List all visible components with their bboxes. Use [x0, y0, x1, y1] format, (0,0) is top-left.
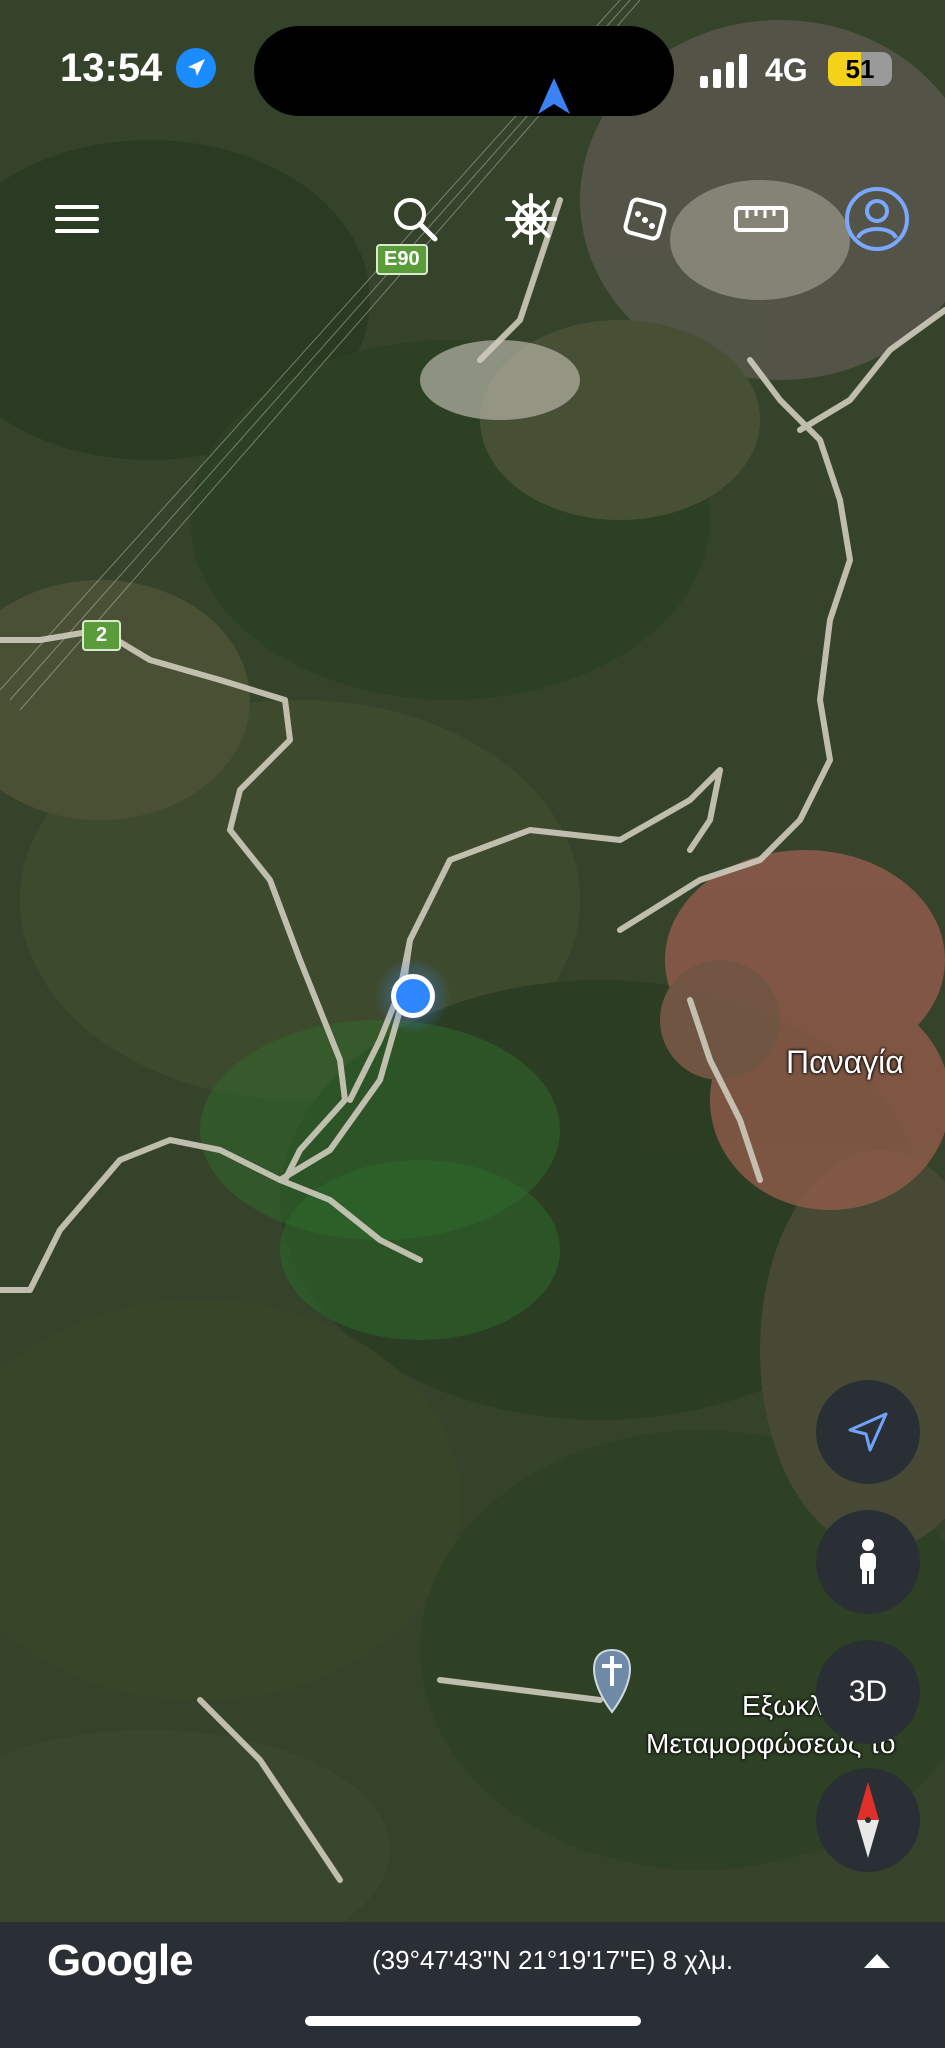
place-label-panagia[interactable]: Παναγία	[786, 1044, 904, 1081]
pegman-icon	[860, 1539, 876, 1584]
chevron-up-icon[interactable]	[862, 1950, 892, 1970]
compass-button[interactable]	[816, 1768, 920, 1872]
three-d-toggle[interactable]: 3D	[816, 1640, 920, 1744]
ruler-icon	[734, 206, 788, 232]
location-arrow-icon	[176, 48, 216, 88]
ship-wheel-icon	[505, 193, 557, 245]
church-label-line1[interactable]: Εξωκλ	[742, 1690, 823, 1722]
voyager-button[interactable]	[496, 184, 566, 254]
satellite-map[interactable]: E90 2 Παναγία Εξωκλ Μεταμορφώσεως το	[0, 0, 945, 2048]
my-location-button[interactable]	[816, 1380, 920, 1484]
account-icon	[845, 187, 909, 251]
battery-level: 51	[845, 54, 875, 84]
profile-button[interactable]	[842, 180, 912, 258]
menu-button[interactable]	[42, 184, 112, 254]
google-logo: Google	[47, 1936, 194, 1985]
location-arrow-icon	[848, 1412, 888, 1452]
search-icon	[394, 198, 438, 242]
three-d-label: 3D	[848, 1675, 888, 1708]
coordinates-readout: (39°47'43"N 21°19'17"E) 8 χλμ.	[372, 1945, 734, 1975]
network-type: 4G	[765, 52, 808, 88]
dynamic-island[interactable]	[254, 26, 674, 116]
measure-button[interactable]	[726, 184, 796, 254]
battery-icon: 51	[828, 52, 892, 86]
home-indicator[interactable]	[305, 2016, 641, 2026]
cellular-signal-icon	[700, 54, 747, 88]
status-time: 13:54	[60, 46, 163, 90]
compass-icon	[857, 1782, 879, 1858]
navigation-arrow-icon	[538, 78, 570, 114]
hamburger-menu-icon	[55, 205, 99, 233]
search-button[interactable]	[380, 184, 450, 254]
road-shield-2: 2	[82, 620, 122, 651]
street-view-button[interactable]	[816, 1510, 920, 1614]
random-place-button[interactable]	[610, 184, 680, 254]
dice-icon	[623, 197, 667, 241]
